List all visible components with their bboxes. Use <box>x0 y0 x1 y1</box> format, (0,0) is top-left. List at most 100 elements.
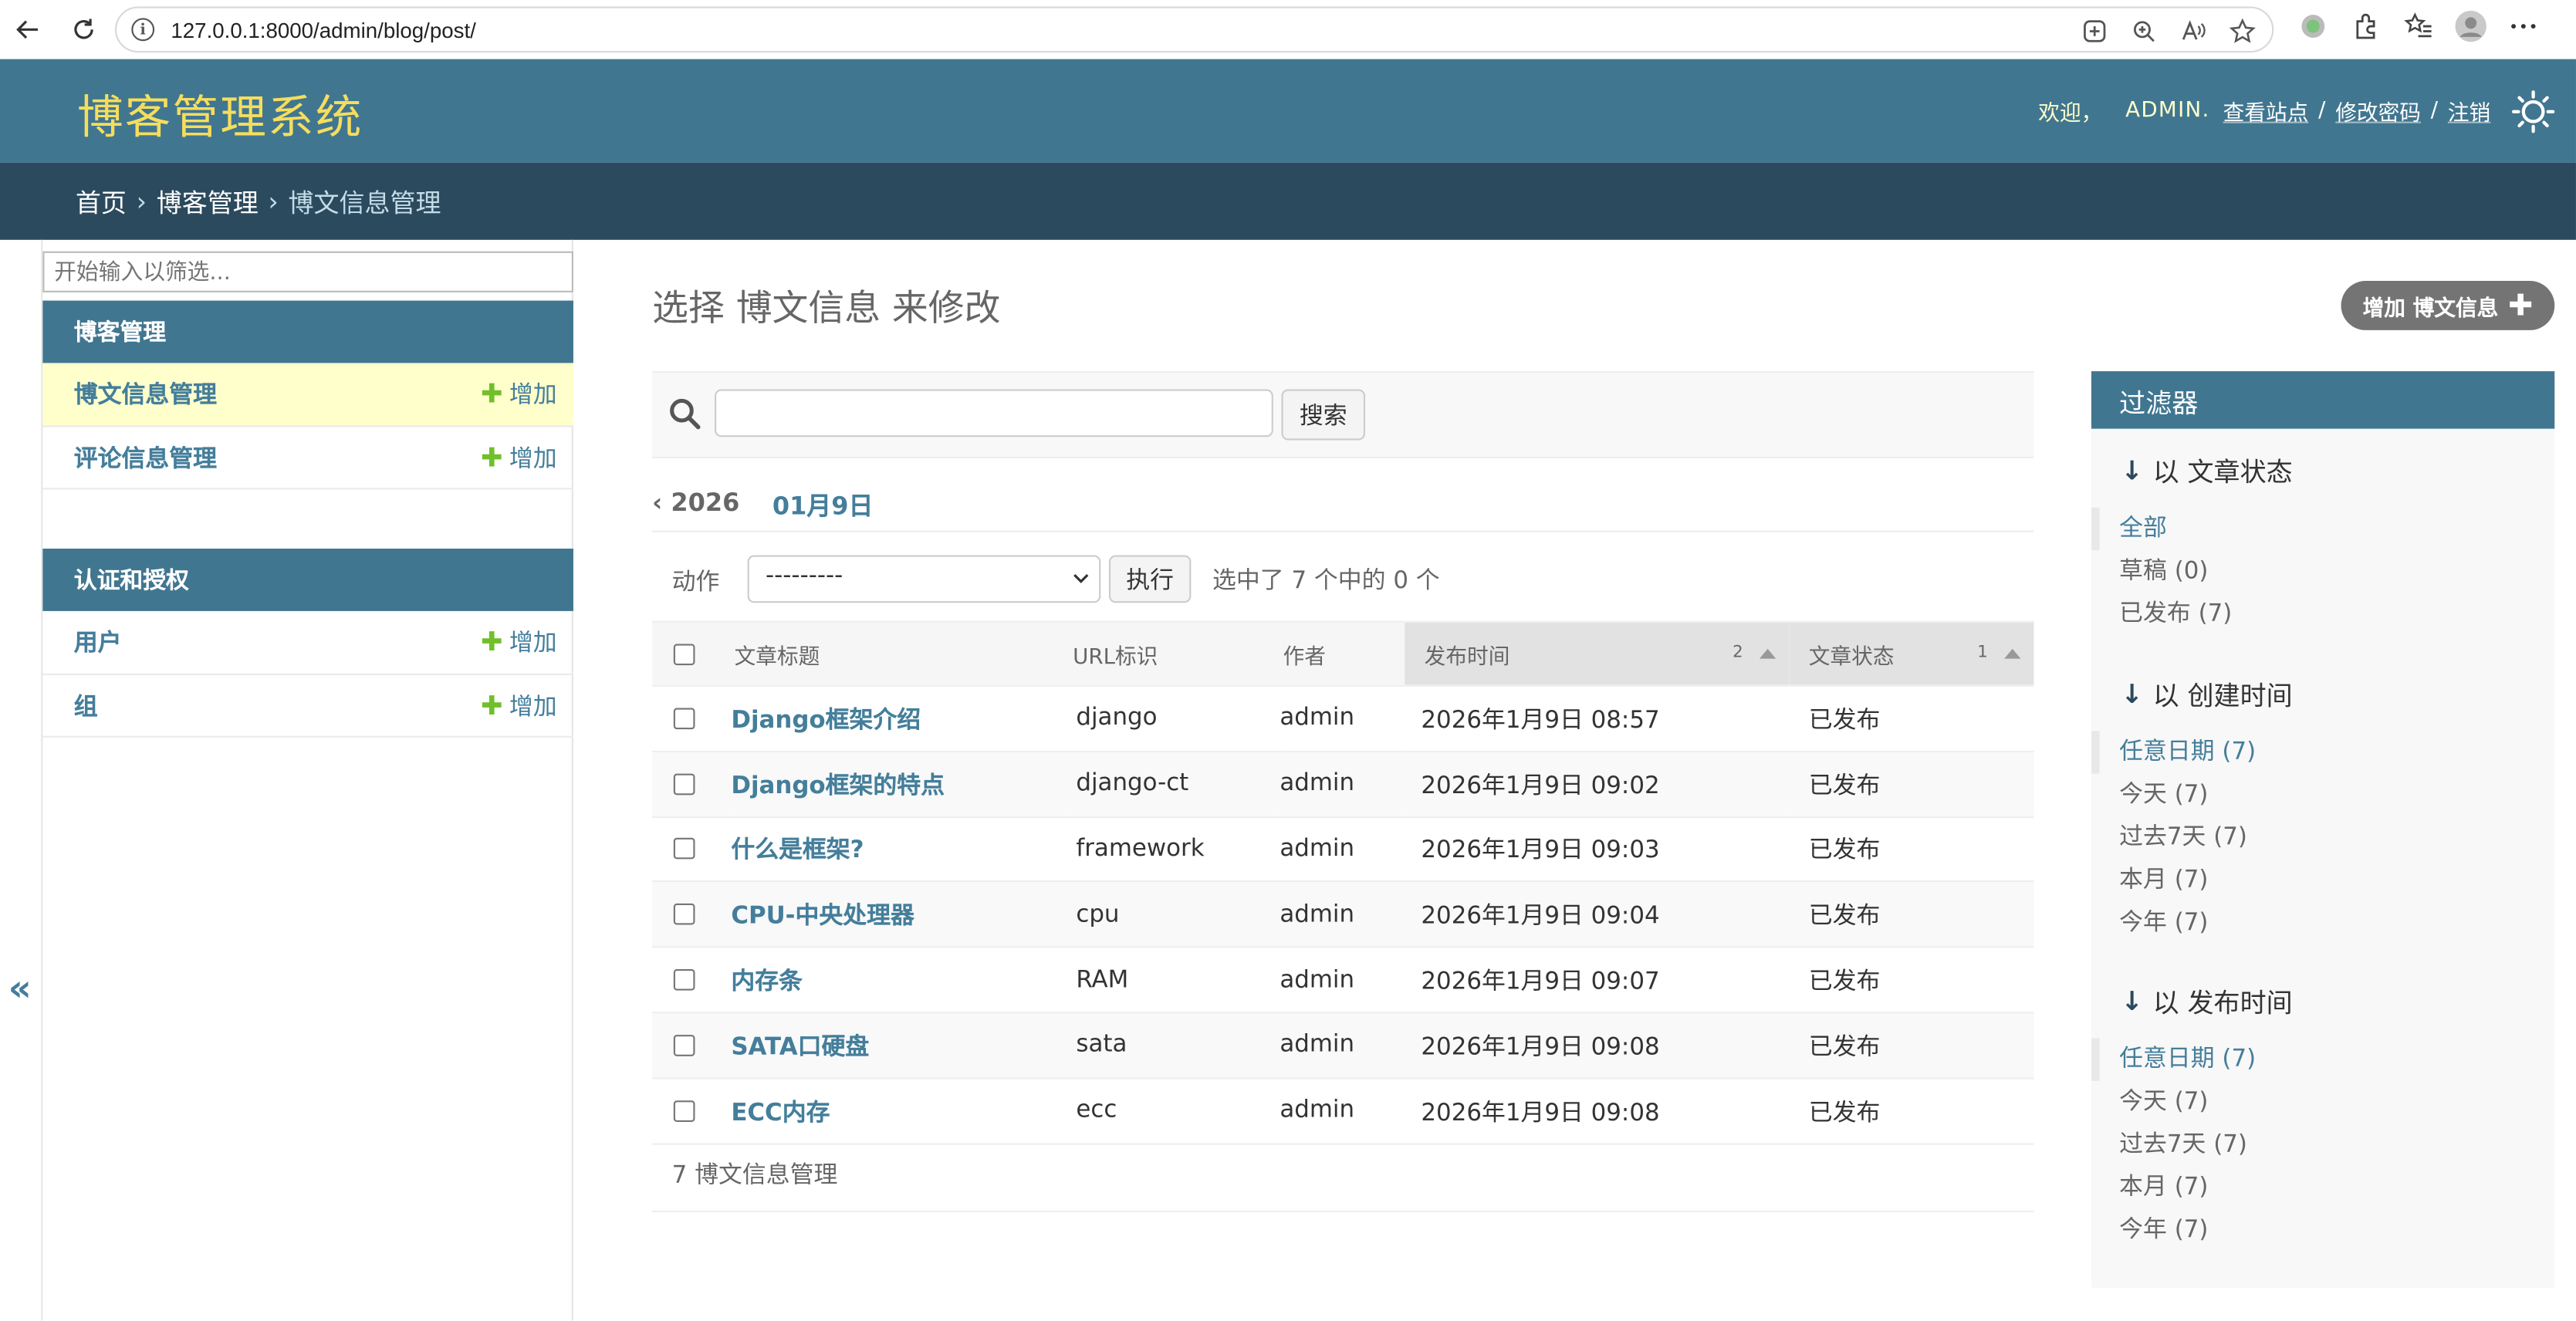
sidebar-item-label[interactable]: 博文信息管理 <box>74 377 217 411</box>
column-label[interactable]: 文章状态 <box>1809 645 1895 670</box>
row-checkbox[interactable] <box>673 708 695 729</box>
breadcrumb-home[interactable]: 首页 <box>76 183 127 219</box>
site-info-icon[interactable]: i <box>131 18 155 42</box>
filter-option[interactable]: 本月 (7) <box>2091 859 2554 901</box>
plus-icon: ✚ <box>480 441 503 473</box>
sort-indicator[interactable]: 1 <box>1977 644 2021 662</box>
add-link[interactable]: ✚ 增加 <box>481 377 557 411</box>
filter-heading-label: 以 文章状态 <box>2152 456 2293 488</box>
sidebar-item-post[interactable]: 博文信息管理 ✚ 增加 <box>42 363 573 427</box>
filter-heading[interactable]: ↓ 以 创建时间 <box>2091 677 2554 711</box>
column-label[interactable]: 发布时间 <box>1425 645 1510 670</box>
filter-heading[interactable]: ↓ 以 发布时间 <box>2091 984 2554 1019</box>
module-caption[interactable]: 认证和授权 <box>42 549 573 611</box>
row-checkbox[interactable] <box>673 772 695 795</box>
profile-avatar-icon[interactable] <box>2451 8 2490 45</box>
sort-ascending-icon[interactable] <box>1759 647 1776 658</box>
sidebar-item-label[interactable]: 用户 <box>74 624 122 659</box>
module-caption[interactable]: 博客管理 <box>42 300 573 363</box>
filter-option[interactable]: 今年 (7) <box>2091 902 2554 944</box>
post-title-link[interactable]: ECC内存 <box>731 1100 830 1127</box>
column-header-title[interactable]: 文章标题 <box>731 620 1070 687</box>
search-button[interactable]: 搜索 <box>1281 389 1366 441</box>
action-label: 动作 <box>671 569 720 596</box>
row-checkbox[interactable] <box>673 904 695 926</box>
breadcrumb-app[interactable]: 博客管理 <box>157 183 259 219</box>
column-header-publish[interactable]: 发布时间 2 <box>1405 620 1790 687</box>
row-checkbox[interactable] <box>673 1034 695 1056</box>
title-cell: CPU-中央处理器 <box>731 881 1070 948</box>
post-title-link[interactable]: CPU-中央处理器 <box>731 904 914 930</box>
sidebar-item-label[interactable]: 评论信息管理 <box>74 440 217 475</box>
action-selected-value: --------- <box>766 563 843 590</box>
filter-option[interactable]: 已发布 (7) <box>2091 593 2554 635</box>
theme-toggle-sun-icon[interactable] <box>2510 89 2557 135</box>
date-back-link[interactable]: ‹ 2026 <box>652 488 739 522</box>
column-header-status[interactable]: 文章状态 1 <box>1789 620 2034 687</box>
filter-option[interactable]: 今天 (7) <box>2091 1081 2554 1123</box>
search-toolbar: 搜索 <box>652 371 2034 458</box>
logout-link[interactable]: 注销 <box>2448 95 2490 127</box>
run-action-button[interactable]: 执行 <box>1108 555 1192 603</box>
row-checkbox[interactable] <box>673 1100 695 1122</box>
date-current[interactable]: 01月9日 <box>772 488 874 522</box>
read-aloud-icon[interactable] <box>2173 13 2213 49</box>
add-label: 增加 <box>509 630 557 658</box>
action-select[interactable]: --------- <box>747 555 1101 603</box>
breadcrumb-current: 博文信息管理 <box>288 188 441 218</box>
nav-filter-input[interactable] <box>42 251 573 292</box>
reload-icon[interactable] <box>63 8 105 51</box>
post-title-link[interactable]: Django框架介绍 <box>731 708 921 734</box>
row-checkbox[interactable] <box>673 969 695 991</box>
column-label[interactable]: 作者 <box>1283 645 1326 670</box>
zoom-icon[interactable] <box>2125 13 2164 49</box>
filter-option[interactable]: 本月 (7) <box>2091 1166 2554 1208</box>
add-post-button[interactable]: 增加 博文信息 ✚ <box>2341 281 2555 330</box>
column-header-author[interactable]: 作者 <box>1280 620 1405 687</box>
sidebar-item-users[interactable]: 用户 ✚ 增加 <box>42 611 573 674</box>
add-link[interactable]: ✚ 增加 <box>481 440 557 475</box>
add-link[interactable]: ✚ 增加 <box>481 688 557 722</box>
filter-heading[interactable]: ↓ 以 文章状态 <box>2091 454 2554 488</box>
sort-ascending-icon[interactable] <box>2004 647 2021 658</box>
column-label[interactable]: 文章标题 <box>735 645 820 670</box>
address-bar[interactable]: i 127.0.0.1:8000/admin/blog/post/ <box>115 6 2274 53</box>
row-checkbox[interactable] <box>673 838 695 860</box>
view-site-link[interactable]: 查看站点 <box>2223 95 2309 127</box>
add-label: 增加 <box>509 446 557 473</box>
column-header-slug[interactable]: URL标识 <box>1069 620 1280 687</box>
post-title-link[interactable]: SATA口硬盘 <box>731 1035 869 1061</box>
app-available-icon[interactable] <box>2075 13 2115 49</box>
filter-option[interactable]: 全部 <box>2091 507 2554 551</box>
sort-indicator[interactable]: 2 <box>1733 644 1776 662</box>
sidebar-item-groups[interactable]: 组 ✚ 增加 <box>42 674 573 738</box>
sidebar-item-comment[interactable]: 评论信息管理 ✚ 增加 <box>42 426 573 490</box>
back-icon[interactable] <box>7 8 49 51</box>
more-menu-icon[interactable] <box>2503 8 2543 45</box>
extensions-puzzle-icon[interactable] <box>2346 8 2385 45</box>
selection-counter: 选中了 7 个中的 0 个 <box>1212 568 1440 595</box>
filter-option[interactable]: 过去7天 (7) <box>2091 1123 2554 1166</box>
post-title-link[interactable]: 什么是框架? <box>731 839 864 865</box>
search-input[interactable] <box>715 389 1273 438</box>
filter-option[interactable]: 任意日期 (7) <box>2091 1038 2554 1081</box>
favorite-star-icon[interactable] <box>2223 13 2262 49</box>
sort-priority: 2 <box>1733 644 1743 662</box>
sidebar-item-label[interactable]: 组 <box>74 688 98 722</box>
toggle-sidebar-button[interactable]: « <box>8 969 32 1010</box>
change-password-link[interactable]: 修改密码 <box>2335 95 2421 127</box>
filter-option[interactable]: 草稿 (0) <box>2091 550 2554 593</box>
filter-option[interactable]: 今天 (7) <box>2091 774 2554 816</box>
filter-option[interactable]: 过去7天 (7) <box>2091 816 2554 859</box>
add-link[interactable]: ✚ 增加 <box>481 624 557 659</box>
column-label[interactable]: URL标识 <box>1073 645 1158 670</box>
post-title-link[interactable]: Django框架的特点 <box>731 773 945 799</box>
filter-option[interactable]: 今年 (7) <box>2091 1209 2554 1252</box>
title-cell: SATA口硬盘 <box>731 1012 1070 1079</box>
post-title-link[interactable]: 内存条 <box>731 969 803 995</box>
extension-dot-icon[interactable] <box>2294 8 2333 45</box>
site-brand[interactable]: 博客管理系统 <box>77 82 363 147</box>
favorites-list-icon[interactable] <box>2399 8 2438 45</box>
filter-option[interactable]: 任意日期 (7) <box>2091 731 2554 774</box>
select-all-checkbox[interactable] <box>673 643 695 665</box>
